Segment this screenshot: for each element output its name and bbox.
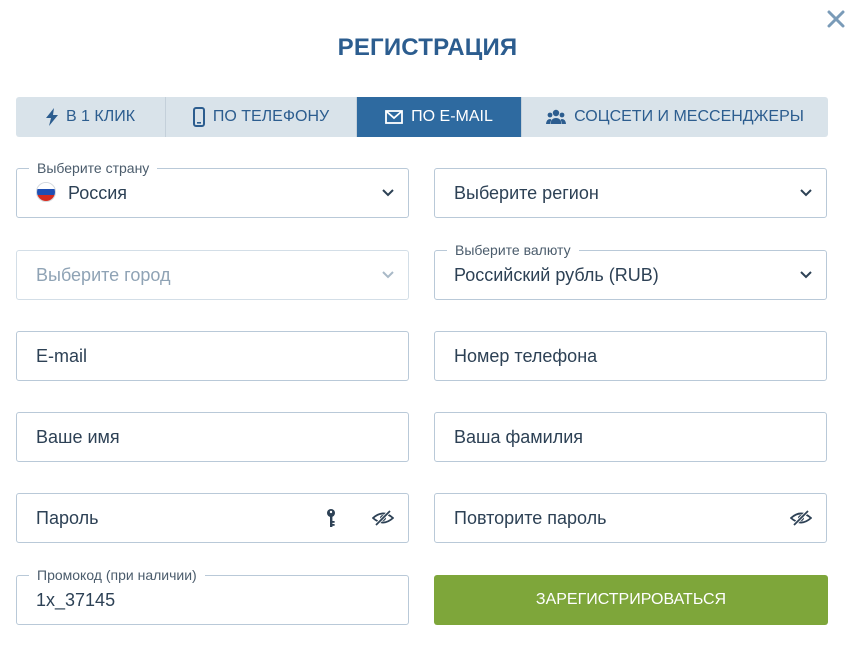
password-placeholder: Пароль <box>36 508 99 528</box>
eye-slash-icon[interactable] <box>790 509 812 527</box>
email-placeholder: E-mail <box>36 346 88 366</box>
chevron-down-icon <box>800 189 812 197</box>
currency-select[interactable]: Выберите валюту Российский рубль (RUB) <box>434 242 827 300</box>
currency-value: Российский рубль (RUB) <box>454 265 659 285</box>
first-name-field[interactable]: Ваше имя <box>16 412 409 462</box>
phone-field[interactable]: Номер телефона <box>434 331 827 381</box>
phone-icon <box>192 107 205 127</box>
tab-social[interactable]: СОЦСЕТИ И МЕССЕНДЖЕРЫ <box>522 97 828 137</box>
envelope-icon <box>385 110 404 124</box>
region-placeholder: Выберите регион <box>454 183 599 203</box>
registration-tabs: В 1 КЛИК ПО ТЕЛЕФОНУ ПО E-MAIL СОЦСЕТИ И… <box>16 97 828 137</box>
chevron-down-icon <box>800 271 812 279</box>
password-repeat-field[interactable]: Повторите пароль <box>434 493 827 543</box>
lightning-icon <box>45 108 58 126</box>
tab-phone[interactable]: ПО ТЕЛЕФОНУ <box>166 97 357 137</box>
password-repeat-placeholder: Повторите пароль <box>454 508 607 528</box>
country-select[interactable]: Выберите страну Россия <box>16 160 409 218</box>
russia-flag-icon <box>36 182 56 202</box>
password-field[interactable]: Пароль <box>16 493 409 543</box>
first-name-placeholder: Ваше имя <box>36 427 120 447</box>
close-button[interactable] <box>825 8 847 30</box>
city-placeholder: Выберите город <box>36 265 171 285</box>
dialog-title: РЕГИСТРАЦИЯ <box>337 34 518 61</box>
country-value: Россия <box>68 183 128 203</box>
city-select[interactable]: Выберите город <box>16 250 409 300</box>
tab-label: ПО ТЕЛЕФОНУ <box>212 108 330 125</box>
promo-code-value: 1x_37145 <box>36 590 116 610</box>
last-name-field[interactable]: Ваша фамилия <box>434 412 827 462</box>
tab-label: СОЦСЕТИ И МЕССЕНДЖЕРЫ <box>574 108 804 125</box>
email-field[interactable]: E-mail <box>16 331 409 381</box>
close-icon <box>827 10 845 28</box>
last-name-placeholder: Ваша фамилия <box>454 427 584 447</box>
eye-slash-icon[interactable] <box>372 509 394 527</box>
chevron-down-icon <box>382 271 394 279</box>
tab-label: ПО E-MAIL <box>411 108 493 125</box>
users-icon <box>546 109 567 125</box>
tab-one-click[interactable]: В 1 КЛИК <box>16 97 166 137</box>
key-icon[interactable] <box>326 508 336 528</box>
tab-email[interactable]: ПО E-MAIL <box>357 97 522 137</box>
promo-code-field[interactable]: Промокод (при наличии) 1x_37145 <box>16 567 409 625</box>
chevron-down-icon <box>382 189 394 197</box>
phone-placeholder: Номер телефона <box>454 346 598 366</box>
register-button[interactable]: ЗАРЕГИСТРИРОВАТЬСЯ <box>434 575 828 625</box>
tab-label: В 1 КЛИК <box>65 108 136 125</box>
region-select[interactable]: Выберите регион <box>434 168 827 218</box>
registration-dialog: РЕГИСТРАЦИЯ В 1 КЛИК ПО ТЕЛЕФОНУ ПО E-MA… <box>0 0 855 646</box>
